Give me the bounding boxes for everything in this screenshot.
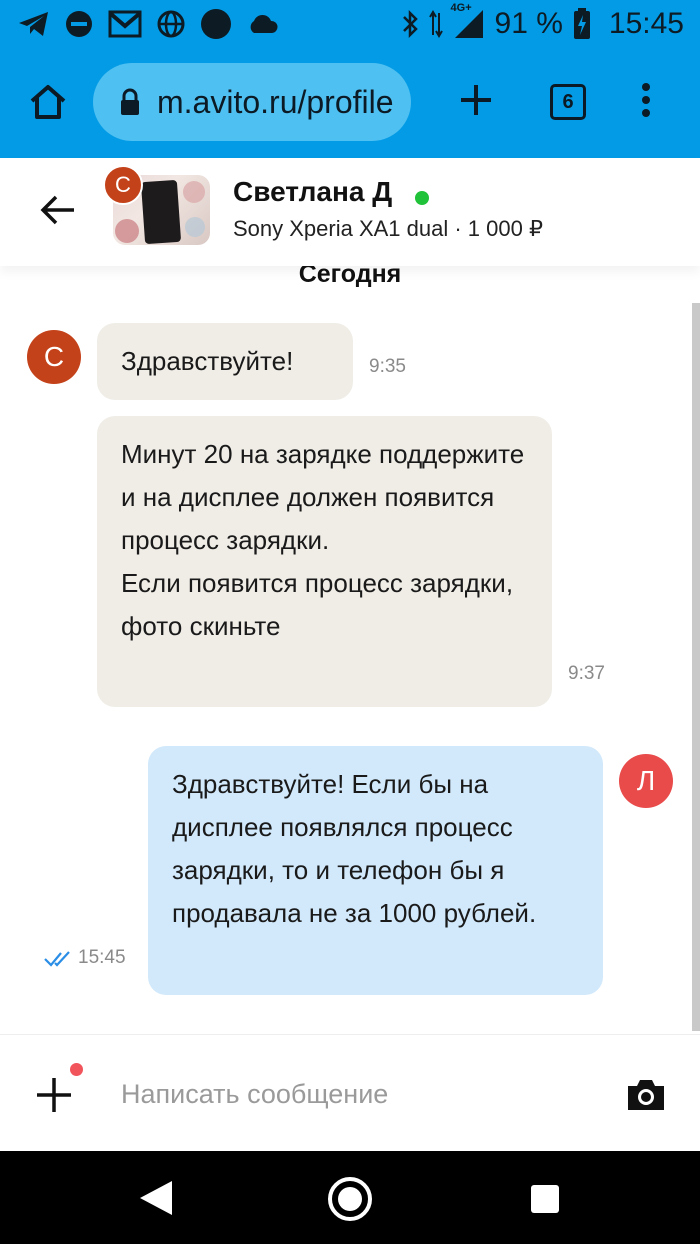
online-indicator	[415, 191, 429, 205]
camera-button[interactable]	[624, 1075, 668, 1115]
message-text: Здравствуйте!	[121, 346, 294, 376]
more-vert-icon	[642, 83, 650, 117]
thumbnail-phone-image	[140, 179, 182, 245]
do-not-disturb-icon	[64, 9, 94, 39]
arrow-left-icon	[40, 195, 74, 225]
plus-icon	[461, 85, 491, 115]
status-bar-notifications	[18, 6, 278, 42]
nav-home-button[interactable]	[328, 1177, 372, 1221]
message-time: 9:35	[369, 356, 406, 377]
signal-icon: 4G+	[451, 2, 485, 40]
url-text: m.avito.ru/profile	[157, 83, 394, 120]
item-title-price[interactable]: Sony Xperia XA1 dual · 1 000 ₽	[233, 216, 543, 242]
address-bar[interactable]: m.avito.ru/profile	[93, 63, 411, 141]
message-composer	[0, 1034, 700, 1151]
telegram-icon	[18, 10, 50, 38]
thumbnail-decor	[185, 217, 205, 237]
message-time: 15:45	[78, 947, 126, 968]
message-text: Минут 20 на зарядке поддержите и на дисп…	[121, 439, 525, 641]
tab-switcher-button[interactable]: 6	[550, 84, 586, 120]
circle-icon	[200, 8, 232, 40]
nav-recents-button[interactable]	[531, 1185, 559, 1213]
cloud-icon	[246, 13, 278, 35]
read-check-icon	[44, 951, 70, 967]
network-type-label: 4G+	[450, 2, 472, 14]
screen: 4G+ 91 % 15:45 m.avito.ru/profile 6 С Св…	[0, 0, 700, 1244]
message-input[interactable]	[121, 1071, 591, 1117]
seller-avatar[interactable]: С	[103, 165, 143, 205]
message-bubble-incoming[interactable]: Здравствуйте!	[97, 323, 353, 400]
nav-home-icon	[338, 1187, 362, 1211]
browser-menu-button[interactable]	[628, 76, 664, 124]
notification-dot	[70, 1063, 83, 1076]
bluetooth-icon	[401, 9, 419, 39]
message-text: Здравствуйте! Если бы на дисплее появлял…	[172, 769, 537, 928]
seller-avatar[interactable]: С	[27, 330, 81, 384]
thumbnail-decor	[183, 181, 205, 203]
lock-icon	[119, 87, 141, 117]
battery-percent: 91 %	[494, 7, 563, 40]
home-icon	[30, 85, 66, 119]
seller-name[interactable]: Светлана Д	[233, 176, 392, 208]
chat-header: С Светлана Д Sony Xperia XA1 dual · 1 00…	[0, 158, 700, 266]
status-bar: 4G+ 91 % 15:45	[0, 0, 700, 48]
battery-charging-icon	[573, 8, 591, 40]
scrollbar[interactable]	[692, 303, 700, 1031]
browser-toolbar: m.avito.ru/profile 6	[0, 48, 700, 158]
camera-icon	[628, 1080, 664, 1110]
gmail-icon	[108, 10, 142, 38]
attach-button[interactable]	[34, 1075, 74, 1115]
back-button[interactable]	[36, 188, 80, 232]
nav-back-icon[interactable]	[138, 1179, 174, 1217]
system-navigation-bar	[0, 1151, 700, 1244]
status-time: 15:45	[608, 7, 684, 40]
thumbnail-decor	[115, 219, 139, 243]
own-avatar[interactable]: Л	[619, 754, 673, 808]
message-bubble-incoming[interactable]: Минут 20 на зарядке поддержите и на дисп…	[97, 416, 552, 707]
globe-icon	[156, 9, 186, 39]
home-button[interactable]	[24, 78, 72, 126]
new-tab-button[interactable]	[452, 76, 500, 124]
status-bar-system: 4G+ 91 % 15:45	[401, 2, 684, 42]
data-arrows-icon	[428, 9, 443, 39]
message-time: 9:37	[568, 663, 605, 684]
message-bubble-outgoing[interactable]: Здравствуйте! Если бы на дисплее появлял…	[148, 746, 603, 995]
plus-icon	[37, 1078, 71, 1112]
